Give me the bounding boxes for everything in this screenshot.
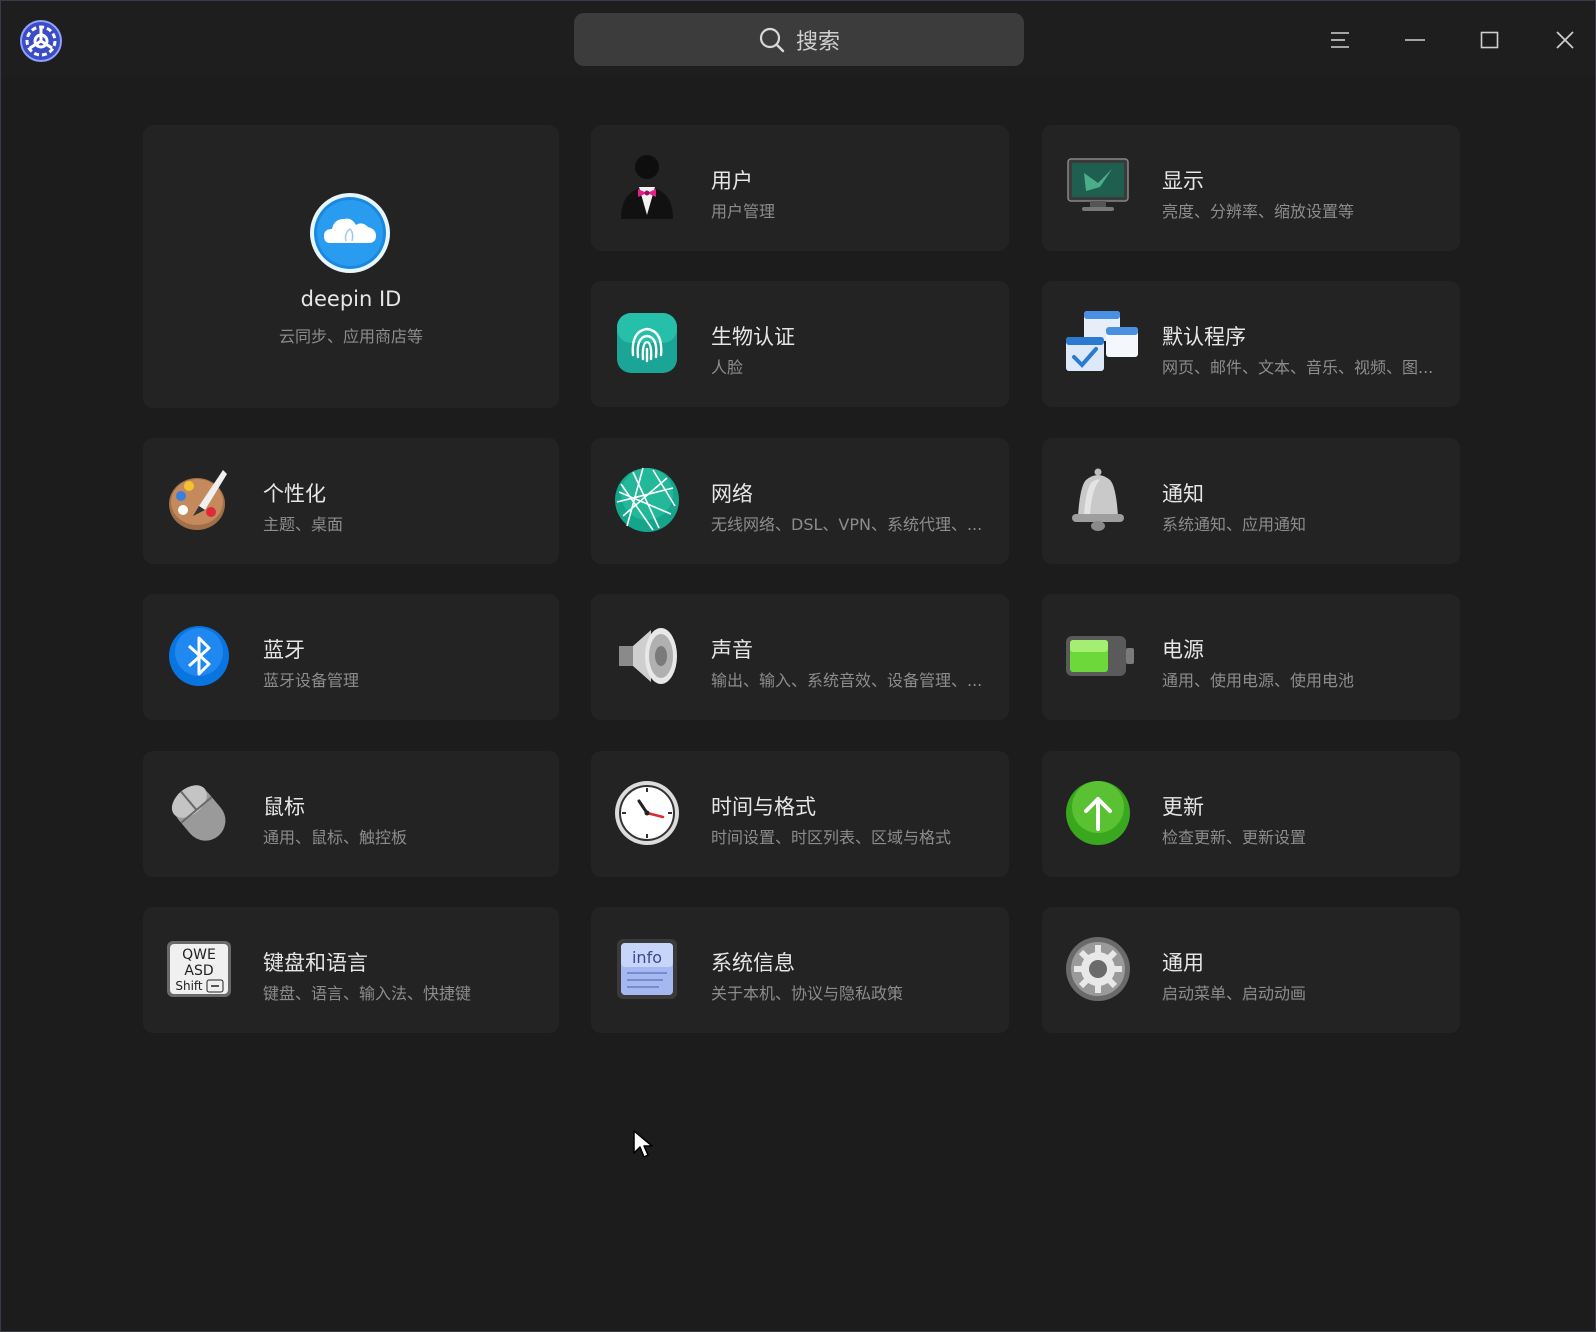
keyboard-row2: ASD xyxy=(184,963,213,979)
module-subtitle: 启动菜单、启动动画 xyxy=(1162,984,1307,1003)
module-card-system-info[interactable]: info 系统信息 关于本机、协议与隐私政策 xyxy=(591,907,1009,1033)
module-subtitle: 人脸 xyxy=(711,358,744,377)
module-title: 电源 xyxy=(1162,638,1204,662)
module-card-display[interactable]: 显示 亮度、分辨率、缩放设置等 xyxy=(1042,125,1460,251)
keyboard-icon: QWE ASD Shift xyxy=(165,935,233,1003)
module-card-sound[interactable]: 声音 输出、输入、系统音效、设备管理、... xyxy=(591,594,1009,720)
module-subtitle: 无线网络、DSL、VPN、系统代理、... xyxy=(711,515,983,534)
bluetooth-icon xyxy=(165,622,233,690)
module-title: 键盘和语言 xyxy=(263,951,368,975)
module-card-biometric[interactable]: 生物认证 人脸 xyxy=(591,281,1009,407)
module-subtitle: 亮度、分辨率、缩放设置等 xyxy=(1162,202,1355,221)
close-icon xyxy=(1556,31,1574,49)
search-input[interactable]: 搜索 xyxy=(574,13,1024,66)
keyboard-shift: Shift xyxy=(175,979,203,993)
info-label: info xyxy=(632,948,662,967)
maximize-button[interactable] xyxy=(1465,15,1515,65)
titlebar: 搜索 xyxy=(1,1,1595,77)
module-subtitle: 主题、桌面 xyxy=(263,515,344,534)
module-title: deepin ID xyxy=(300,287,402,311)
module-title: 通知 xyxy=(1162,482,1204,506)
mouse-pointer-icon xyxy=(632,1129,654,1159)
module-title: 系统信息 xyxy=(711,951,795,975)
module-card-notification[interactable]: 通知 系统通知、应用通知 xyxy=(1042,438,1460,564)
menu-button[interactable] xyxy=(1315,15,1365,65)
search-placeholder: 搜索 xyxy=(795,29,840,55)
module-subtitle: 键盘、语言、输入法、快捷键 xyxy=(263,984,472,1003)
gear-icon xyxy=(1064,935,1132,1003)
module-title: 用户 xyxy=(711,169,753,193)
info-icon: info xyxy=(613,935,681,1003)
mouse-icon xyxy=(165,779,233,847)
cloud-icon xyxy=(308,191,392,275)
module-card-users[interactable]: 用户 用户管理 xyxy=(591,125,1009,251)
module-card-bluetooth[interactable]: 蓝牙 蓝牙设备管理 xyxy=(143,594,559,720)
close-button[interactable] xyxy=(1540,15,1590,65)
maximize-icon xyxy=(1480,31,1499,49)
control-center-logo-icon xyxy=(19,19,63,63)
update-arrow-icon xyxy=(1064,779,1132,847)
module-card-mouse[interactable]: 鼠标 通用、鼠标、触控板 xyxy=(143,751,559,877)
module-title: 个性化 xyxy=(263,482,326,506)
module-title: 通用 xyxy=(1162,951,1204,975)
module-title: 更新 xyxy=(1162,795,1204,819)
user-icon xyxy=(613,153,681,221)
minimize-icon xyxy=(1405,39,1425,41)
keyboard-row1: QWE xyxy=(182,947,216,963)
module-title: 生物认证 xyxy=(711,325,795,349)
module-title: 鼠标 xyxy=(263,795,305,819)
module-title: 默认程序 xyxy=(1162,325,1246,349)
palette-icon xyxy=(165,466,233,534)
module-subtitle: 通用、使用电源、使用电池 xyxy=(1162,671,1355,690)
module-title: 网络 xyxy=(711,482,753,506)
module-subtitle: 检查更新、更新设置 xyxy=(1162,828,1307,847)
module-title: 蓝牙 xyxy=(263,638,305,662)
module-card-datetime[interactable]: 时间与格式 时间设置、时区列表、区域与格式 xyxy=(591,751,1009,877)
module-subtitle: 蓝牙设备管理 xyxy=(263,671,360,690)
bell-icon xyxy=(1064,466,1132,534)
module-subtitle: 时间设置、时区列表、区域与格式 xyxy=(711,828,952,847)
minimize-button[interactable] xyxy=(1390,15,1440,65)
search-icon xyxy=(759,27,785,52)
module-card-network[interactable]: 网络 无线网络、DSL、VPN、系统代理、... xyxy=(591,438,1009,564)
module-title: 声音 xyxy=(711,638,753,662)
module-subtitle: 通用、鼠标、触控板 xyxy=(263,828,408,847)
module-title: 显示 xyxy=(1162,169,1204,193)
module-card-default-apps[interactable]: 默认程序 网页、邮件、文本、音乐、视频、图... xyxy=(1042,281,1460,407)
module-subtitle: 输出、输入、系统音效、设备管理、... xyxy=(711,671,983,690)
module-subtitle: 网页、邮件、文本、音乐、视频、图... xyxy=(1162,358,1434,377)
speaker-icon xyxy=(613,622,681,690)
control-center-window: 搜索 deepin ID 云同步、应用商店等 用户 用户管理 显示 亮度、分辨率… xyxy=(0,0,1596,1332)
clock-icon xyxy=(613,779,681,847)
fingerprint-icon xyxy=(613,309,681,377)
module-subtitle: 用户管理 xyxy=(711,202,776,221)
module-card-keyboard[interactable]: QWE ASD Shift 键盘和语言 键盘、语言、输入法、快捷键 xyxy=(143,907,559,1033)
module-title: 时间与格式 xyxy=(711,795,816,819)
default-apps-icon xyxy=(1064,309,1138,377)
module-card-power[interactable]: 电源 通用、使用电源、使用电池 xyxy=(1042,594,1460,720)
module-subtitle: 关于本机、协议与隐私政策 xyxy=(711,984,904,1003)
battery-icon xyxy=(1064,622,1134,690)
module-card-personalization[interactable]: 个性化 主题、桌面 xyxy=(143,438,559,564)
network-globe-icon xyxy=(613,466,681,534)
module-card-general[interactable]: 通用 启动菜单、启动动画 xyxy=(1042,907,1460,1033)
module-card-deepin-id[interactable]: deepin ID 云同步、应用商店等 xyxy=(143,125,559,408)
module-card-update[interactable]: 更新 检查更新、更新设置 xyxy=(1042,751,1460,877)
menu-icon xyxy=(1331,32,1349,48)
module-subtitle: 系统通知、应用通知 xyxy=(1162,515,1307,534)
display-icon xyxy=(1064,153,1132,221)
module-subtitle: 云同步、应用商店等 xyxy=(278,327,423,346)
